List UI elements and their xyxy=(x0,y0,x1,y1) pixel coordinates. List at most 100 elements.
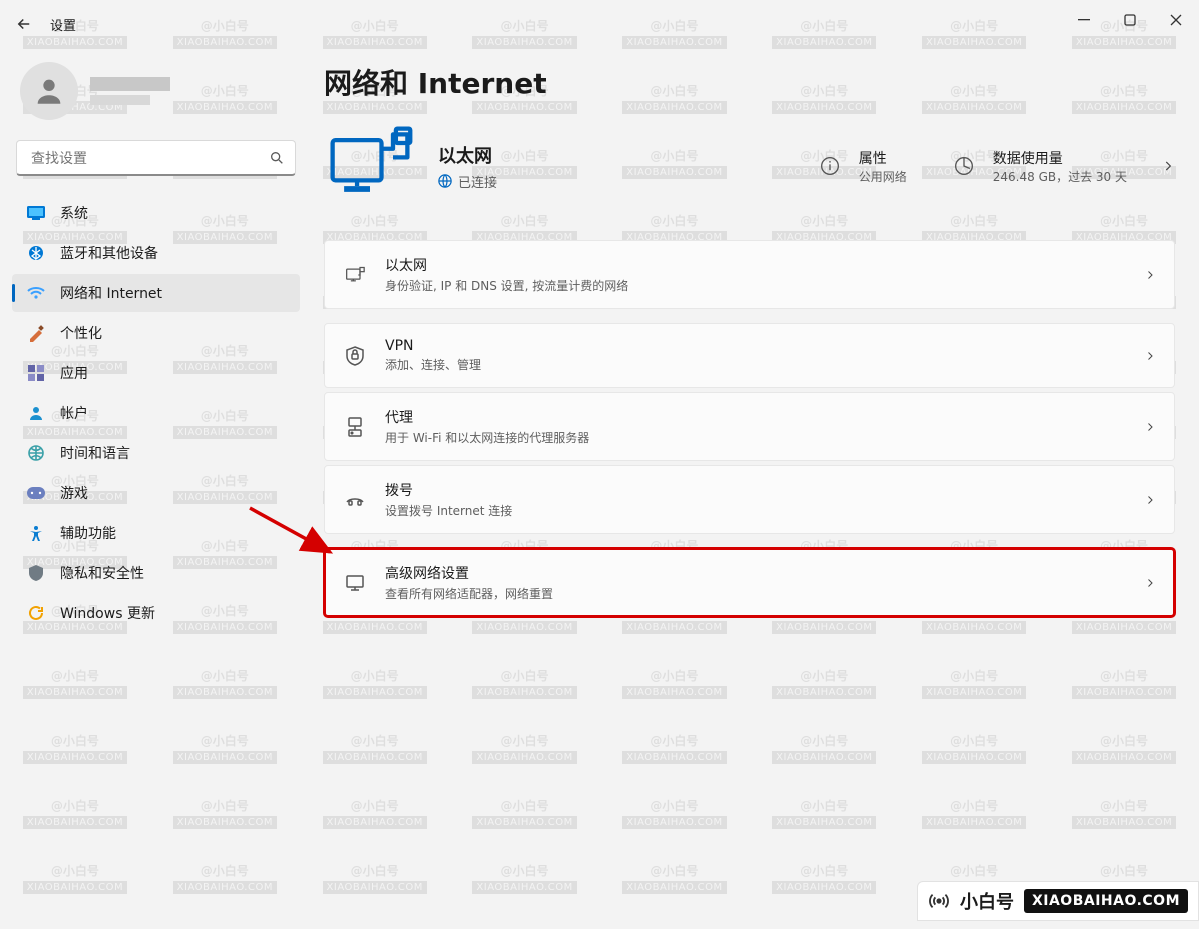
ethernet-icon xyxy=(343,266,367,284)
search-icon xyxy=(269,150,285,166)
minimize-icon xyxy=(1078,14,1090,26)
settings-card-list: 以太网 身份验证, IP 和 DNS 设置, 按流量计费的网络 VPN xyxy=(324,240,1175,617)
privacy-icon xyxy=(26,563,46,583)
accounts-icon xyxy=(26,403,46,423)
usage-subtitle: 246.48 GB，过去 30 天 xyxy=(993,168,1127,185)
personalize-icon xyxy=(26,323,46,343)
accessibility-icon xyxy=(26,523,46,543)
window-close-button[interactable] xyxy=(1153,4,1199,36)
user-name-redacted xyxy=(90,77,170,91)
sidebar-nav: 系统 蓝牙和其他设备 网络和 Internet 个性化 xyxy=(8,194,304,632)
info-icon xyxy=(813,149,847,183)
sidebar-item-system[interactable]: 系统 xyxy=(12,194,300,232)
dialup-icon xyxy=(343,492,367,508)
row-subtitle: 添加、连接、管理 xyxy=(385,356,1126,373)
bluetooth-icon xyxy=(26,243,46,263)
row-title: 代理 xyxy=(385,407,1126,427)
sidebar-item-personalize[interactable]: 个性化 xyxy=(12,314,300,352)
sidebar-item-privacy[interactable]: 隐私和安全性 xyxy=(12,554,300,592)
update-icon xyxy=(26,603,46,623)
search-input[interactable] xyxy=(29,149,261,167)
row-title: VPN xyxy=(385,338,1126,354)
brand-badge: 小白号 XIAOBAIHAO.COM xyxy=(917,881,1199,921)
settings-row-proxy[interactable]: 代理 用于 Wi-Fi 和以太网连接的代理服务器 xyxy=(324,392,1175,461)
sidebar-item-network[interactable]: 网络和 Internet xyxy=(12,274,300,312)
content-area: 网络和 Internet 以太网 已连接 xyxy=(324,48,1175,929)
network-name: 以太网 xyxy=(438,142,785,168)
window-maximize-button[interactable] xyxy=(1107,4,1153,36)
sidebar-item-accessibility[interactable]: 辅助功能 xyxy=(12,514,300,552)
sidebar-item-label: 隐私和安全性 xyxy=(60,563,144,583)
person-icon xyxy=(32,74,66,108)
sidebar-item-label: Windows 更新 xyxy=(60,603,155,623)
chevron-right-icon xyxy=(1144,421,1156,433)
proxy-icon xyxy=(343,417,367,437)
brand-name: 小白号 xyxy=(960,888,1014,914)
window-titlebar: 设置 xyxy=(0,0,1199,48)
chevron-right-icon xyxy=(1144,269,1156,281)
props-subtitle: 公用网络 xyxy=(859,168,907,185)
settings-row-dialup[interactable]: 拨号 设置拨号 Internet 连接 xyxy=(324,465,1175,534)
sidebar-item-gaming[interactable]: 游戏 xyxy=(12,474,300,512)
brand-tag: XIAOBAIHAO.COM xyxy=(1024,889,1188,913)
row-subtitle: 设置拨号 Internet 连接 xyxy=(385,502,1126,519)
system-icon xyxy=(26,203,46,223)
arrow-left-icon xyxy=(15,15,33,33)
page-title: 网络和 Internet xyxy=(324,62,1175,102)
network-properties-button[interactable]: 属性 公用网络 xyxy=(807,142,919,191)
maximize-icon xyxy=(1124,14,1136,26)
chevron-right-icon xyxy=(1144,577,1156,589)
row-subtitle: 身份验证, IP 和 DNS 设置, 按流量计费的网络 xyxy=(385,277,1126,294)
gaming-icon xyxy=(26,483,46,503)
settings-row-ethernet[interactable]: 以太网 身份验证, IP 和 DNS 设置, 按流量计费的网络 xyxy=(324,240,1175,309)
globe-icon xyxy=(438,174,452,188)
network-connected-label: 已连接 xyxy=(458,172,497,191)
props-title: 属性 xyxy=(859,148,907,168)
sidebar-item-label: 网络和 Internet xyxy=(60,283,162,303)
user-email-redacted xyxy=(90,95,150,105)
time-lang-icon xyxy=(26,443,46,463)
sidebar-item-update[interactable]: Windows 更新 xyxy=(12,594,300,632)
sidebar-item-label: 应用 xyxy=(60,363,88,383)
search-box[interactable] xyxy=(16,140,296,176)
sidebar-item-label: 帐户 xyxy=(60,403,88,423)
chevron-right-icon xyxy=(1144,494,1156,506)
wifi-icon xyxy=(26,283,46,303)
window-minimize-button[interactable] xyxy=(1061,4,1107,36)
network-status-row: 以太网 已连接 属性 公用网络 xyxy=(324,120,1175,212)
user-name-region xyxy=(90,77,170,105)
sidebar-item-label: 个性化 xyxy=(60,323,102,343)
data-usage-icon xyxy=(947,149,981,183)
ethernet-hero-icon xyxy=(324,120,416,212)
user-header[interactable] xyxy=(8,48,304,140)
settings-row-advanced[interactable]: 高级网络设置 查看所有网络适配器，网络重置 xyxy=(324,548,1175,617)
data-usage-button[interactable]: 数据使用量 246.48 GB，过去 30 天 xyxy=(941,142,1139,191)
apps-icon xyxy=(26,363,46,383)
broadcast-icon xyxy=(928,890,950,912)
row-title: 高级网络设置 xyxy=(385,563,1126,583)
sidebar-item-label: 时间和语言 xyxy=(60,443,130,463)
sidebar-item-time-lang[interactable]: 时间和语言 xyxy=(12,434,300,472)
row-title: 拨号 xyxy=(385,480,1126,500)
settings-row-vpn[interactable]: VPN 添加、连接、管理 xyxy=(324,323,1175,388)
back-button[interactable] xyxy=(4,4,44,44)
vpn-icon xyxy=(343,346,367,366)
sidebar-item-label: 蓝牙和其他设备 xyxy=(60,243,158,263)
window-title: 设置 xyxy=(50,15,76,34)
usage-title: 数据使用量 xyxy=(993,148,1127,168)
row-subtitle: 查看所有网络适配器，网络重置 xyxy=(385,585,1126,602)
sidebar-item-label: 系统 xyxy=(60,203,88,223)
row-subtitle: 用于 Wi-Fi 和以太网连接的代理服务器 xyxy=(385,429,1126,446)
computer-icon xyxy=(343,574,367,592)
sidebar-item-label: 辅助功能 xyxy=(60,523,116,543)
sidebar-item-accounts[interactable]: 帐户 xyxy=(12,394,300,432)
status-chevron[interactable] xyxy=(1161,159,1175,173)
row-title: 以太网 xyxy=(385,255,1126,275)
sidebar-item-bluetooth[interactable]: 蓝牙和其他设备 xyxy=(12,234,300,272)
sidebar-item-apps[interactable]: 应用 xyxy=(12,354,300,392)
chevron-right-icon xyxy=(1144,350,1156,362)
close-icon xyxy=(1170,14,1182,26)
avatar xyxy=(20,62,78,120)
sidebar: 系统 蓝牙和其他设备 网络和 Internet 个性化 xyxy=(8,48,304,929)
chevron-right-icon xyxy=(1161,159,1175,173)
